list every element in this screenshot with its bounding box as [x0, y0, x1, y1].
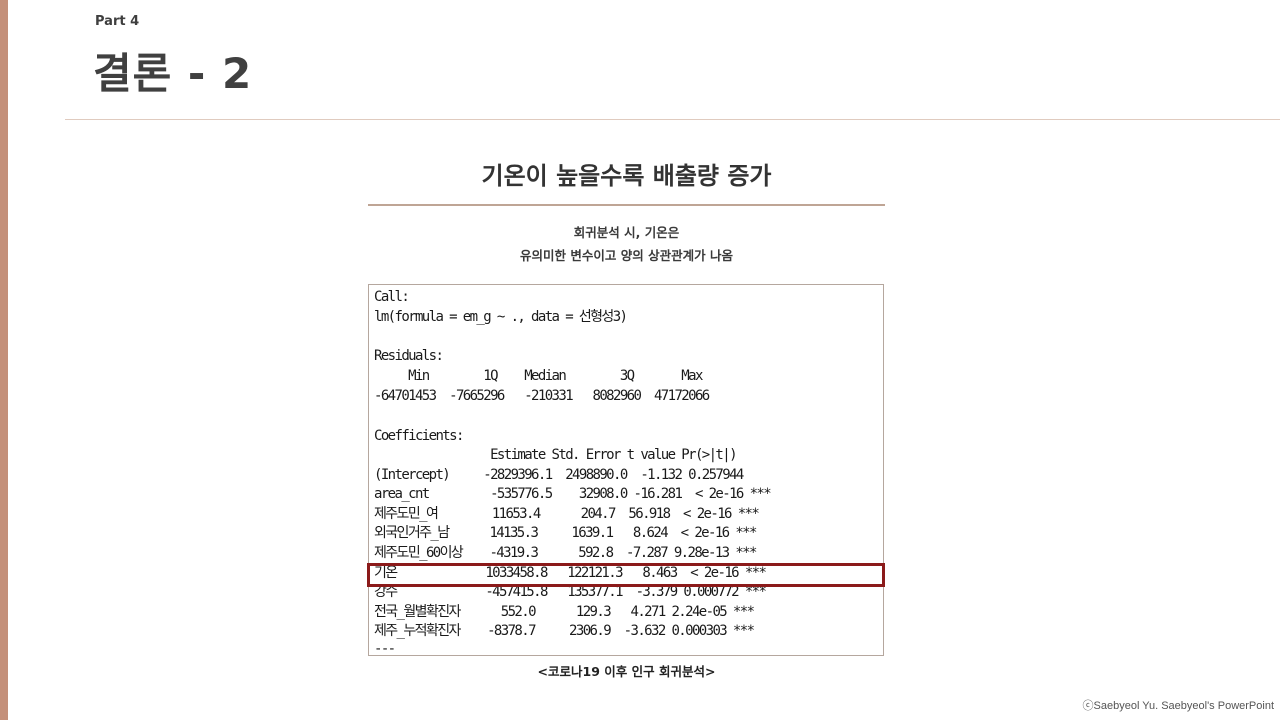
output-line: 제주도민_60이상 -4319.3 592.8 -7.287 9.28e-13 …: [374, 545, 757, 561]
slide: Part 4 결론 - 2 기온이 높을수록 배출량 증가 회귀분석 시, 기온…: [0, 0, 1280, 720]
figure-caption: <코로나19 이후 인구 회귀분석>: [537, 664, 716, 679]
regression-output-box: Call: lm(formula = em_g ~ ., data = 선형성3…: [368, 284, 884, 656]
output-line: Coefficients:: [374, 428, 464, 444]
output-line: (Intercept) -2829396.1 2498890.0 -1.132 …: [374, 467, 771, 483]
header-divider: [65, 119, 1280, 120]
output-line: area_cnt -535776.5 32908.0 -16.281 < 2e-…: [374, 486, 772, 502]
output-line: ---: [374, 641, 396, 656]
copyright-notice: ⓒSaebyeol Yu. Saebyeol's PowerPoint: [1082, 700, 1274, 712]
output-line: Call:: [374, 289, 410, 305]
output-line: Min 1Q Median 3Q Max: [374, 368, 709, 384]
slide-heading: 기온이 높을수록 배출량 증가: [481, 162, 772, 190]
heading-rule: [368, 204, 885, 206]
subtitle-line-2: 유의미한 변수이고 양의 상관관계가 나옴: [520, 248, 733, 263]
output-line: Residuals:: [374, 348, 444, 364]
output-line: 외국인거주_남 14135.3 1639.1 8.624 < 2e-16 ***: [374, 525, 757, 541]
accent-bar: [0, 0, 8, 720]
output-line: 제주_누적확진자 -8378.7 2306.9 -3.632 0.000303 …: [374, 623, 755, 639]
highlight-box-temperature: [367, 563, 885, 587]
output-line: 전국_월별확진자 552.0 129.3 4.271 2.24e-05 ***: [374, 604, 755, 620]
output-line: 제주도민_여 11653.4 204.7 56.918 < 2e-16 ***: [374, 506, 760, 522]
page-title: 결론 - 2: [93, 49, 253, 98]
part-label: Part 4: [95, 14, 140, 29]
output-line: lm(formula = em_g ~ ., data = 선형성3): [374, 309, 628, 325]
output-line: Estimate Std. Error t value Pr(>|t|): [374, 447, 764, 463]
subtitle-line-1: 회귀분석 시, 기온은: [573, 225, 680, 240]
output-line: -64701453 -7665296 -210331 8082960 47172…: [374, 388, 716, 404]
